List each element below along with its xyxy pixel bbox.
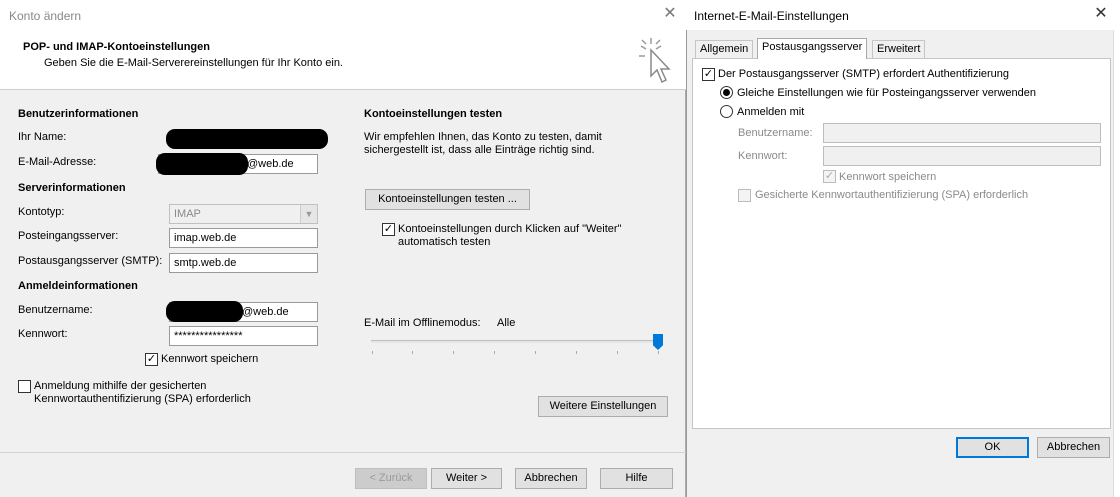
more-settings-button[interactable]: Weitere Einstellungen	[538, 396, 668, 417]
test-heading: Kontoeinstellungen testen	[364, 108, 503, 120]
slider-tick	[453, 351, 454, 354]
right-dialog-title: Internet-E-Mail-Einstellungen	[694, 9, 849, 23]
tab-outgoing-server[interactable]: Postausgangsserver	[757, 38, 868, 59]
email-suffix: @web.de	[247, 158, 294, 170]
slider-tick	[576, 351, 577, 354]
save-password-checkbox[interactable]: ✓	[145, 353, 158, 366]
right-spa-label: Gesicherte Kennwortauthentifizierung (SP…	[755, 189, 1029, 201]
user-info-heading: Benutzerinformationen	[18, 108, 139, 120]
spa-checkbox[interactable]	[18, 380, 31, 393]
tab-general[interactable]: Allgemein	[695, 40, 754, 58]
help-button[interactable]: Hilfe	[600, 468, 673, 489]
server-info-heading: Serverinformationen	[18, 182, 126, 194]
slider-tick	[494, 351, 495, 354]
header-subtitle: Geben Sie die E-Mail-Serverereinstellung…	[44, 57, 343, 69]
account-type-value: IMAP	[174, 208, 201, 220]
left-titlebar	[0, 0, 686, 32]
auto-test-checkbox[interactable]: ✓	[382, 223, 395, 236]
right-close-icon[interactable]: ✕	[1093, 6, 1109, 23]
header-title: POP- und IMAP-Kontoeinstellungen	[23, 41, 210, 53]
slider-tick	[617, 351, 618, 354]
slider-tick	[412, 351, 413, 354]
username-redaction	[166, 301, 243, 322]
password-label: Kennwort:	[18, 328, 68, 340]
ok-button[interactable]: OK	[956, 437, 1029, 458]
slider-tick	[535, 351, 536, 354]
test-desc-line1: Wir empfehlen Ihnen, das Konto zu testen…	[364, 131, 602, 143]
login-info-heading: Anmeldeinformationen	[18, 280, 138, 292]
chevron-down-icon: ▼	[300, 205, 317, 223]
test-desc-line2: sichergestellt ist, dass alle Einträge r…	[364, 144, 595, 156]
offline-slider-track[interactable]	[371, 340, 661, 343]
left-close-icon[interactable]: ✕	[662, 6, 678, 23]
tab-advanced[interactable]: Erweitert	[872, 40, 926, 58]
password-field[interactable]: ****************	[169, 326, 318, 346]
smtp-auth-label: Der Postausgangsserver (SMTP) erfordert …	[718, 68, 1010, 80]
back-button[interactable]: < Zurück	[355, 468, 427, 489]
login-with-label: Anmelden mit	[737, 106, 805, 118]
right-spa-checkbox	[738, 189, 751, 202]
spa-label-line1: Anmeldung mithilfe der gesicherten	[34, 380, 207, 392]
offline-label: E-Mail im Offlinemodus:	[364, 317, 481, 329]
cancel-button[interactable]: Abbrechen	[515, 468, 587, 489]
username-label: Benutzername:	[18, 304, 93, 316]
offline-value: Alle	[497, 317, 516, 329]
footer-divider	[0, 452, 686, 453]
slider-tick	[372, 351, 373, 354]
login-with-radio[interactable]	[720, 105, 733, 118]
auto-test-label-line2: automatisch testen	[398, 236, 491, 248]
next-button[interactable]: Weiter >	[431, 468, 502, 489]
email-label: E-Mail-Adresse:	[18, 156, 97, 168]
outgoing-server-field[interactable]: smtp.web.de	[169, 253, 318, 273]
right-password-field	[823, 146, 1101, 166]
account-type-label: Kontotyp:	[18, 206, 65, 218]
name-redaction	[166, 129, 328, 149]
email-redaction	[156, 153, 248, 175]
same-settings-label: Gleiche Einstellungen wie für Posteingan…	[737, 87, 1037, 99]
username-suffix: @web.de	[242, 306, 289, 318]
right-username-label: Benutzername:	[738, 127, 813, 139]
background-window-edge	[1113, 30, 1120, 497]
cursor-click-icon	[639, 38, 671, 84]
auto-test-label-line1: Kontoeinstellungen durch Klicken auf "We…	[398, 223, 622, 235]
same-settings-radio[interactable]	[720, 86, 733, 99]
test-settings-button[interactable]: Kontoeinstellungen testen ...	[365, 189, 530, 210]
smtp-auth-checkbox[interactable]: ✓	[702, 68, 715, 81]
right-username-field	[823, 123, 1101, 143]
incoming-server-field[interactable]: imap.web.de	[169, 228, 318, 248]
right-save-password-label: Kennwort speichern	[839, 171, 937, 183]
radio-selected-dot	[723, 89, 730, 96]
save-password-label: Kennwort speichern	[161, 353, 259, 365]
incoming-server-label: Posteingangsserver:	[18, 230, 119, 242]
right-password-label: Kennwort:	[738, 150, 788, 162]
account-type-select: IMAP ▼	[169, 204, 318, 224]
spa-label-line2: Kennwortauthentifizierung (SPA) erforder…	[34, 393, 251, 405]
name-label: Ihr Name:	[18, 131, 67, 143]
right-save-password-checkbox: ✓	[823, 170, 836, 183]
right-cancel-button[interactable]: Abbrechen	[1037, 437, 1110, 458]
outgoing-server-label: Postausgangsserver (SMTP):	[18, 255, 163, 267]
left-dialog-title: Konto ändern	[9, 9, 82, 23]
slider-tick	[658, 351, 659, 354]
